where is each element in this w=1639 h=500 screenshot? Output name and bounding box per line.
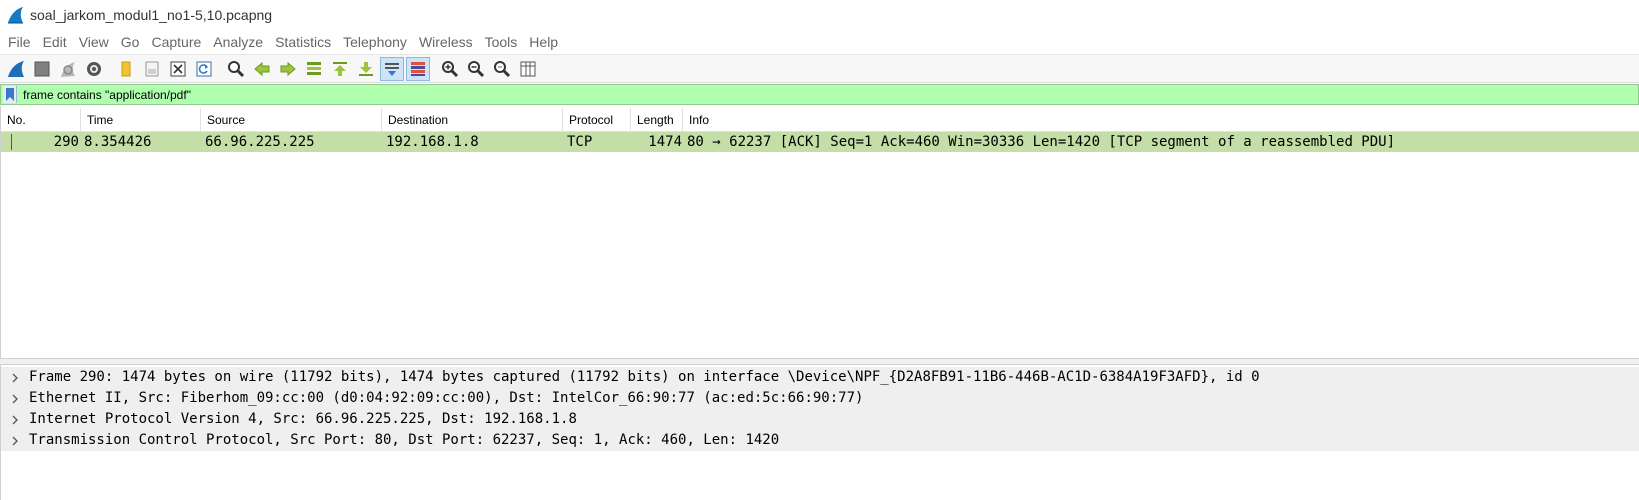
column-header-length[interactable]: Length [631, 108, 683, 132]
colorize-icon [411, 61, 425, 76]
packet-details: Frame 290: 1474 bytes on wire (11792 bit… [0, 365, 1639, 500]
menu-help[interactable]: Help [523, 30, 564, 54]
menu-bar: File Edit View Go Capture Analyze Statis… [0, 30, 1639, 54]
tree-item-label: Internet Protocol Version 4, Src: 66.96.… [29, 411, 577, 427]
resize-columns-button[interactable] [516, 57, 540, 81]
go-forward-button[interactable] [276, 57, 300, 81]
menu-wireless[interactable]: Wireless [413, 30, 479, 54]
column-header-info[interactable]: Info [683, 108, 1639, 132]
cell-destination: 192.168.1.8 [386, 134, 479, 150]
find-packet-button[interactable] [224, 57, 248, 81]
first-packet-button[interactable] [328, 57, 352, 81]
chevron-right-icon[interactable] [9, 409, 21, 430]
row-marker [11, 134, 12, 150]
go-back-icon [254, 61, 270, 76]
go-forward-icon [280, 61, 296, 76]
reload-file-icon [196, 61, 212, 76]
auto-scroll-button[interactable] [380, 56, 404, 81]
tree-item-ipv4[interactable]: Internet Protocol Version 4, Src: 66.96.… [1, 409, 1639, 430]
column-header-protocol[interactable]: Protocol [563, 108, 631, 132]
column-header-destination[interactable]: Destination [382, 108, 563, 132]
packet-list-header: No. Time Source Destination Protocol Len… [1, 108, 1639, 132]
menu-analyze[interactable]: Analyze [207, 30, 269, 54]
capture-options-button[interactable] [82, 57, 106, 81]
cell-protocol: TCP [567, 134, 593, 150]
wireshark-fin-icon [8, 7, 23, 24]
colorize-button[interactable] [406, 56, 430, 81]
normal-size-icon [494, 60, 511, 77]
window-title: soal_jarkom_modul1_no1-5,10.pcapng [30, 7, 273, 23]
resize-columns-icon [520, 61, 536, 76]
table-row[interactable]: 290 8.354426 66.96.225.225 192.168.1.8 T… [1, 132, 1639, 152]
save-file-button[interactable] [140, 57, 164, 81]
column-header-time[interactable]: Time [81, 108, 201, 132]
open-file-button[interactable] [114, 57, 138, 81]
first-packet-icon [333, 61, 347, 76]
tree-item-tcp[interactable]: Transmission Control Protocol, Src Port:… [1, 430, 1639, 451]
go-to-packet-icon [307, 61, 321, 75]
tree-item-ethernet[interactable]: Ethernet II, Src: Fiberhom_09:cc:00 (d0:… [1, 388, 1639, 409]
cell-time: 8.354426 [84, 134, 152, 150]
tree-item-label: Ethernet II, Src: Fiberhom_09:cc:00 (d0:… [29, 390, 864, 406]
zoom-out-button[interactable] [464, 57, 488, 81]
menu-tools[interactable]: Tools [479, 30, 524, 54]
go-to-packet-button[interactable] [302, 57, 326, 81]
bookmark-icon [5, 87, 14, 101]
chevron-right-icon[interactable] [9, 430, 21, 451]
menu-telephony[interactable]: Telephony [337, 30, 413, 54]
restart-capture-button[interactable] [56, 57, 80, 81]
column-header-source[interactable]: Source [201, 108, 382, 132]
last-packet-button[interactable] [354, 57, 378, 81]
title-bar: soal_jarkom_modul1_no1-5,10.pcapng [0, 0, 1639, 30]
stop-capture-icon [34, 61, 50, 76]
close-file-button[interactable] [166, 57, 190, 81]
auto-scroll-icon [385, 62, 399, 76]
zoom-in-button[interactable] [438, 57, 462, 81]
normal-size-button[interactable] [490, 57, 514, 81]
menu-file[interactable]: File [2, 30, 37, 54]
menu-statistics[interactable]: Statistics [269, 30, 337, 54]
cell-source: 66.96.225.225 [205, 134, 315, 150]
zoom-out-icon [468, 60, 485, 77]
open-file-icon [121, 61, 131, 76]
zoom-in-icon [442, 60, 459, 77]
packet-list: No. Time Source Destination Protocol Len… [0, 106, 1639, 358]
restart-capture-icon [61, 61, 75, 77]
tree-item-label: Frame 290: 1474 bytes on wire (11792 bit… [29, 369, 1260, 385]
reload-file-button[interactable] [192, 57, 216, 81]
start-capture-icon [8, 60, 24, 77]
cell-length: 1474 [648, 134, 682, 150]
display-filter-bar [0, 84, 1639, 105]
pane-splitter[interactable] [0, 358, 1639, 365]
column-header-no[interactable]: No. [1, 108, 81, 132]
go-back-button[interactable] [250, 57, 274, 81]
menu-edit[interactable]: Edit [37, 30, 73, 54]
cell-no: 290 [53, 134, 79, 150]
menu-view[interactable]: View [73, 30, 115, 54]
main-toolbar [0, 54, 1639, 83]
menu-go[interactable]: Go [115, 30, 146, 54]
find-packet-icon [228, 60, 245, 77]
display-filter-input[interactable] [23, 87, 1523, 102]
last-packet-icon [359, 61, 373, 76]
chevron-right-icon[interactable] [9, 367, 21, 388]
tree-item-label: Transmission Control Protocol, Src Port:… [29, 432, 780, 448]
filter-bookmark-button[interactable] [3, 86, 17, 103]
stop-capture-button[interactable] [30, 57, 54, 81]
save-file-icon [145, 61, 159, 76]
tree-item-frame[interactable]: Frame 290: 1474 bytes on wire (11792 bit… [1, 367, 1639, 388]
chevron-right-icon[interactable] [9, 388, 21, 409]
start-capture-button[interactable] [4, 57, 28, 81]
close-file-icon [170, 61, 186, 76]
cell-info: 80 → 62237 [ACK] Seq=1 Ack=460 Win=30336… [687, 134, 1396, 150]
capture-options-icon [87, 61, 101, 76]
menu-capture[interactable]: Capture [145, 30, 207, 54]
